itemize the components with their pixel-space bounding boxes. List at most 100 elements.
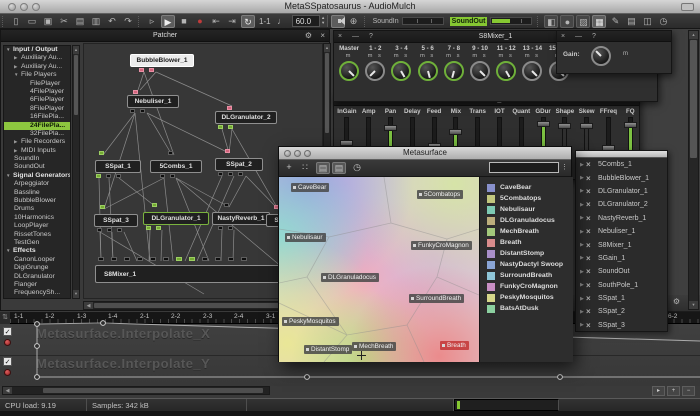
remove-icon[interactable]: ×	[586, 281, 598, 290]
properties-icon[interactable]: ▤	[624, 15, 638, 28]
patcher-node[interactable]: DLGranulator_2	[215, 111, 277, 124]
remove-icon[interactable]: ×	[586, 307, 598, 316]
zoom-in-icon[interactable]: +	[667, 386, 680, 396]
add-snapshot-icon[interactable]: +	[282, 162, 296, 174]
parameter-row[interactable]: ▶ × SSpat_1	[576, 292, 667, 305]
tree-item[interactable]: MIDI Inputs	[4, 147, 70, 155]
node-output-ports[interactable]	[218, 172, 243, 176]
tree-item[interactable]: 32FilePla...	[4, 130, 70, 138]
expander-icon[interactable]: ▶	[576, 188, 586, 194]
metasurface-canvas[interactable]: CaveBear 5Combatops Nebulisaur FunkyCroM…	[279, 177, 479, 362]
parameter-row[interactable]: ▶ × SGain_1	[576, 252, 667, 265]
tree-item[interactable]: LiveLooper	[4, 298, 70, 299]
parameter-row[interactable]: ▶ × BubbleBlower_1	[576, 171, 667, 184]
legend-options-icon[interactable]: ⋮	[560, 162, 569, 173]
tree-item[interactable]: TestGen	[4, 239, 70, 247]
tree-item[interactable]: 10Harmonics	[4, 214, 70, 222]
patcher-node[interactable]: S8Mixer_1	[95, 265, 305, 283]
snapshot-item[interactable]: Nebulisaur	[480, 204, 573, 215]
automation-point[interactable]	[35, 322, 40, 327]
metasurface-view-icon[interactable]: ▦	[592, 15, 606, 28]
patcher-node[interactable]: Nebuliser_1	[127, 95, 179, 108]
remove-icon[interactable]: ×	[586, 160, 598, 169]
tree-expander-icon[interactable]	[6, 247, 13, 255]
node-input-ports[interactable]	[224, 203, 229, 207]
toolbar-grip[interactable]	[2, 16, 6, 27]
patcher-node[interactable]: BubbleBlower_1	[130, 54, 194, 67]
node-output-ports[interactable]	[160, 174, 175, 178]
forward-button[interactable]: ⇥	[225, 15, 239, 28]
redo-icon[interactable]: ↷	[121, 15, 135, 28]
node-input-ports[interactable]	[99, 151, 104, 155]
patcher-node[interactable]: SSpat_3	[94, 214, 138, 227]
node-output-ports[interactable]	[139, 68, 154, 72]
tree-item[interactable]: FilePlayer	[4, 80, 70, 88]
speaker-button[interactable]	[331, 15, 345, 28]
automation-point[interactable]	[101, 321, 106, 326]
node-input-ports[interactable]	[152, 203, 157, 207]
patcher-header[interactable]: Patcher ⚙ ×	[1, 30, 329, 42]
node-output-ports[interactable]	[97, 228, 122, 232]
node-input-ports[interactable]	[133, 90, 138, 94]
remove-icon[interactable]: ×	[586, 200, 598, 209]
remove-icon[interactable]: ×	[586, 214, 598, 223]
tree-item[interactable]: SoundIn	[4, 155, 70, 163]
snapshot-item[interactable]: PeskyMosquitos	[480, 292, 573, 303]
snapshot-item[interactable]: BatsAtDusk	[480, 303, 573, 314]
snapshot-item[interactable]: Breath	[480, 237, 573, 248]
channel-gain-knob[interactable]	[365, 61, 385, 81]
tree-item[interactable]: BubbleBlower	[4, 197, 70, 205]
contents-view-icon[interactable]: ▨	[576, 15, 590, 28]
remove-icon[interactable]: ×	[586, 187, 598, 196]
region-label[interactable]: Breath	[440, 341, 469, 350]
zoom-out-icon[interactable]: −	[682, 386, 695, 396]
parameter-row[interactable]: ▶ × NastyReverb_1	[576, 212, 667, 225]
soundin-meter[interactable]	[402, 17, 444, 25]
slider-handle[interactable]	[558, 123, 571, 129]
mute-solo-buttons[interactable]: m s	[493, 53, 519, 60]
expander-icon[interactable]: ▶	[576, 162, 586, 168]
new-file-icon[interactable]: ▯	[9, 15, 23, 28]
tree-scrollbar[interactable]: ▲▼	[72, 45, 80, 299]
parameter-row[interactable]: ▶ × SSpat_2	[576, 305, 667, 318]
region-label[interactable]: PeskyMosquitos	[282, 317, 339, 326]
tree-item[interactable]: File Recorders	[4, 138, 70, 146]
remove-icon[interactable]: ×	[586, 174, 598, 183]
remove-icon[interactable]: ×	[586, 294, 598, 303]
mute-solo-buttons[interactable]: m s	[441, 53, 467, 60]
patcher-node[interactable]: NastyReverb_1	[212, 212, 270, 225]
remove-icon[interactable]: ×	[586, 241, 598, 250]
tree-expander-icon[interactable]	[6, 172, 13, 180]
tree-item[interactable]: Bassline	[4, 189, 70, 197]
document-scrollbar[interactable]: ▲▼	[688, 30, 699, 310]
tree-item[interactable]: Auxiliary Au...	[4, 54, 70, 62]
undo-icon[interactable]: ↶	[105, 15, 119, 28]
rewind-button[interactable]: ⇤	[209, 15, 223, 28]
expander-icon[interactable]: ▶	[576, 269, 586, 275]
snapshot-item[interactable]: NastyDactyl Swoop	[480, 259, 573, 270]
automation-point[interactable]	[35, 344, 40, 349]
expander-icon[interactable]: ▶	[576, 255, 586, 261]
node-output-ports[interactable]	[218, 226, 233, 230]
mute-solo-buttons[interactable]: m s	[467, 53, 493, 60]
edit-icon[interactable]: ✎	[608, 15, 622, 28]
region-label[interactable]: 5Combatops	[417, 190, 463, 199]
network-icon[interactable]: ⊕	[347, 15, 361, 28]
channel-gain-knob[interactable]	[496, 61, 516, 81]
parameter-panel-scrollbar[interactable]	[576, 151, 667, 158]
slider-handle[interactable]	[384, 125, 397, 131]
history-icon[interactable]: ◷	[350, 162, 364, 174]
save-icon[interactable]: ▣	[41, 15, 55, 28]
stop-button[interactable]: ■	[177, 15, 191, 28]
play-range-button[interactable]: ▹	[145, 15, 159, 28]
region-label[interactable]: Nebulisaur	[285, 233, 326, 242]
snapshot-icon[interactable]: ◫	[640, 15, 654, 28]
remove-icon[interactable]: ×	[586, 321, 598, 330]
parameter-row[interactable]: ▶ × SouthPole_1	[576, 279, 667, 292]
paste-icon[interactable]: ▥	[89, 15, 103, 28]
expander-icon[interactable]: ▶	[576, 322, 586, 328]
tree-expander-icon[interactable]	[14, 54, 21, 62]
tree-expander-icon[interactable]	[6, 46, 13, 54]
expander-icon[interactable]: ▶	[576, 242, 586, 248]
snapshot-item[interactable]: DistantStomp	[480, 248, 573, 259]
